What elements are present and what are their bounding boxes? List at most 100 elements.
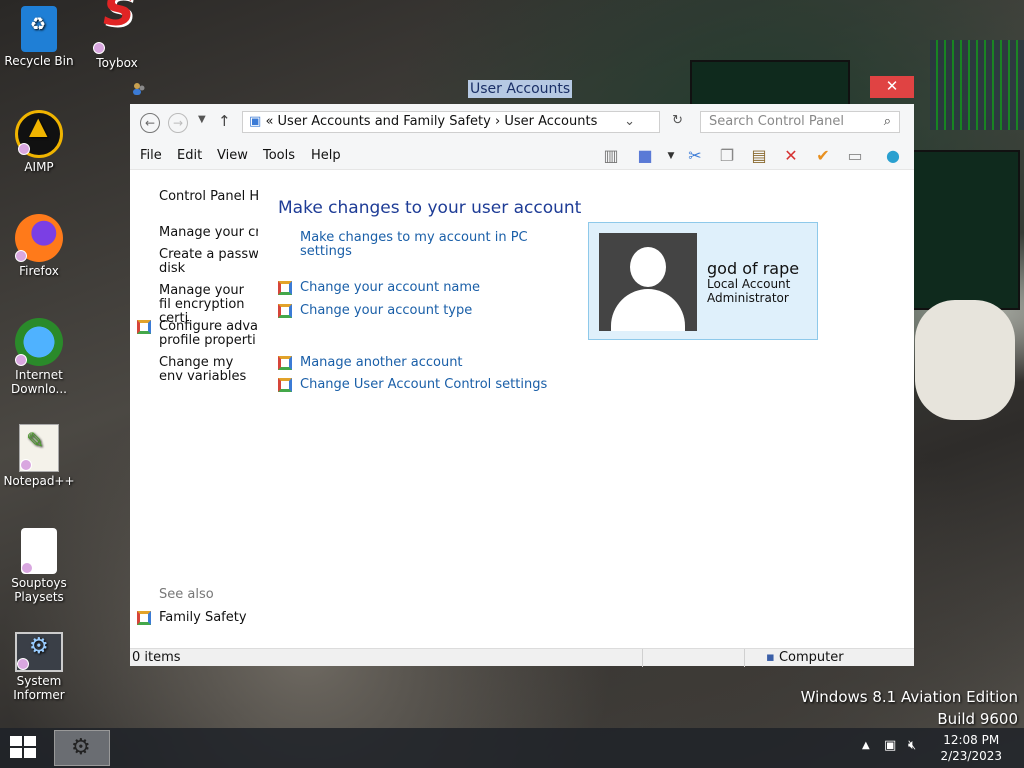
desktop-icon-label: Firefox xyxy=(19,264,59,278)
desktop-icon-label: Recycle Bin xyxy=(4,54,74,68)
item-count: 0 items xyxy=(132,650,181,665)
cut-icon[interactable]: ✂ xyxy=(684,146,706,166)
desktop-icon-toybox[interactable]: S Toybox xyxy=(79,0,155,70)
desktop-icon-label: Toybox xyxy=(96,56,138,70)
folder-dropdown-chevron-icon[interactable]: ▼ xyxy=(660,146,682,166)
paste-icon[interactable]: ▤ xyxy=(748,146,770,166)
configure-advanced-profile-link[interactable]: Configure adva profile properti xyxy=(159,320,258,348)
account-type-shield-icon xyxy=(278,304,292,318)
forward-button[interactable]: → xyxy=(168,113,188,133)
folder-icon[interactable]: ■ xyxy=(634,146,656,166)
user-silhouette-icon xyxy=(630,247,666,287)
shortcut-arrow-icon xyxy=(21,562,33,574)
user-accounts-window: User Accounts ✕ ← → ▼ ↑ ▣ « User Account… xyxy=(128,76,914,667)
computer-icon: ▪ xyxy=(766,650,775,665)
system-clock[interactable]: 12:08 PM 2/23/2023 xyxy=(940,732,1002,764)
window-client: ← → ▼ ↑ ▣ « User Accounts and Family Saf… xyxy=(130,104,914,667)
back-button[interactable]: ← xyxy=(140,113,160,133)
menu-help[interactable]: Help xyxy=(311,148,341,163)
toybox-icon: S xyxy=(93,0,141,54)
rename-icon[interactable]: ▭ xyxy=(844,146,866,166)
search-control-panel-input[interactable]: Search Control Panel ⌕ xyxy=(700,111,900,133)
network-icon[interactable]: ▣ xyxy=(884,738,896,753)
account-type: Local Account xyxy=(707,277,791,291)
firefox-icon xyxy=(15,214,63,262)
uac-settings-shield-icon xyxy=(278,378,292,392)
close-button[interactable]: ✕ xyxy=(870,76,914,98)
left-navigation-pane: Control Panel H Manage your cr Create a … xyxy=(130,170,258,648)
refresh-icon[interactable]: ↻ xyxy=(672,113,683,128)
shortcut-arrow-icon xyxy=(93,42,105,54)
desktop-icon-label: System Informer xyxy=(13,674,65,702)
desktop-icon-recycle-bin[interactable]: ♻ Recycle Bin xyxy=(1,6,77,68)
desktop-icon-label: Souptoys Playsets xyxy=(11,576,67,604)
clock-date: 2/23/2023 xyxy=(940,749,1002,763)
control-panel-icon: ▣ xyxy=(249,114,262,129)
recent-locations-chevron-icon[interactable]: ▼ xyxy=(198,114,206,125)
menu-edit[interactable]: Edit xyxy=(177,148,202,163)
desktop-icon-label: Notepad++ xyxy=(3,474,75,488)
properties-check-icon[interactable]: ✔ xyxy=(812,146,834,166)
desktop-icon-notepad-plus-plus[interactable]: ✎ Notepad++ xyxy=(1,424,77,488)
menu-view[interactable]: View xyxy=(217,148,248,163)
desktop-icon-souptoys-playsets[interactable]: Souptoys Playsets xyxy=(1,528,77,604)
menu-tools[interactable]: Tools xyxy=(263,148,295,163)
menu-file[interactable]: File xyxy=(140,148,162,163)
family-safety-link[interactable]: Family Safety xyxy=(159,611,258,625)
breadcrumb-overflow[interactable]: « xyxy=(265,114,273,129)
account-role: Administrator xyxy=(707,291,789,305)
search-placeholder: Search Control Panel xyxy=(709,114,844,129)
page-title: Make changes to your user account xyxy=(278,198,582,218)
change-account-type-link[interactable]: Change your account type xyxy=(300,304,472,318)
change-uac-settings-link[interactable]: Change User Account Control settings xyxy=(300,378,547,392)
search-icon[interactable]: ⌕ xyxy=(884,114,891,129)
pc-settings-link[interactable]: Make changes to my account in PC setting… xyxy=(300,231,560,259)
desktop-icon-system-informer[interactable]: ⚙ System Informer xyxy=(1,632,77,702)
desktop-icon-firefox[interactable]: Firefox xyxy=(1,214,77,278)
os-watermark-line1: Windows 8.1 Aviation Edition xyxy=(800,688,1018,706)
manage-account-shield-icon xyxy=(278,356,292,370)
title-bar[interactable]: User Accounts ✕ xyxy=(128,76,914,104)
account-name-shield-icon xyxy=(278,281,292,295)
see-also-heading: See also xyxy=(159,587,214,602)
address-dropdown-chevron-icon[interactable]: ⌄ xyxy=(624,114,635,129)
manage-another-account-link[interactable]: Manage another account xyxy=(300,356,463,370)
create-password-reset-disk-link[interactable]: Create a passw disk xyxy=(159,248,258,276)
change-account-name-link[interactable]: Change your account name xyxy=(300,281,480,295)
show-hidden-icons-chevron-icon[interactable]: ▲ xyxy=(862,740,870,751)
shortcut-arrow-icon xyxy=(15,354,27,366)
change-environment-variables-link[interactable]: Change my env variables xyxy=(159,356,258,384)
taskbar-control-panel-button[interactable]: ⚙ xyxy=(54,730,110,766)
menu-bar: File Edit View Tools Help ▥ ■ ▼ ✂ ❐ ▤ ✕ … xyxy=(130,140,914,170)
os-watermark-line2: Build 9600 xyxy=(937,710,1018,728)
up-button[interactable]: ↑ xyxy=(218,112,231,130)
status-location: ▪ Computer xyxy=(766,650,844,665)
internet-globe-icon[interactable]: ● xyxy=(882,146,904,166)
cockpit-panel-strip xyxy=(930,40,1024,130)
family-safety-icon xyxy=(137,611,151,625)
control-panel-home-link[interactable]: Control Panel H xyxy=(159,190,258,204)
layout-pane-icon[interactable]: ▥ xyxy=(600,146,622,166)
delete-icon[interactable]: ✕ xyxy=(780,146,802,166)
start-button[interactable] xyxy=(10,736,38,760)
control-panel-gear-icon: ⚙ xyxy=(71,735,91,760)
address-bar[interactable]: ▣ « User Accounts and Family Safety › Us… xyxy=(242,111,683,133)
breadcrumb-user-accounts[interactable]: User Accounts xyxy=(504,114,597,129)
desktop-icon-internet-download[interactable]: Internet Downlo... xyxy=(1,318,77,396)
system-informer-icon: ⚙ xyxy=(15,632,63,672)
avatar xyxy=(599,233,697,331)
volume-muted-icon[interactable]: 🔇︎ xyxy=(908,738,916,753)
shortcut-arrow-icon xyxy=(15,250,27,262)
breadcrumb-separator[interactable]: › xyxy=(495,114,500,129)
breadcrumb-user-accounts-family-safety[interactable]: User Accounts and Family Safety xyxy=(278,114,491,129)
cockpit-display-right xyxy=(910,150,1020,310)
clock-time: 12:08 PM xyxy=(943,733,1000,747)
cockpit-knob xyxy=(915,300,1015,420)
desktop-icon-aimp[interactable]: ▲ AIMP xyxy=(1,110,77,174)
user-name: god of rape xyxy=(707,259,800,278)
user-account-card: god of rape Local Account Administrator xyxy=(588,222,818,340)
desktop-icon-label: Internet Downlo... xyxy=(11,368,67,396)
internet-download-manager-icon xyxy=(15,318,63,366)
copy-icon[interactable]: ❐ xyxy=(716,146,738,166)
manage-credentials-link[interactable]: Manage your cr xyxy=(159,226,258,240)
